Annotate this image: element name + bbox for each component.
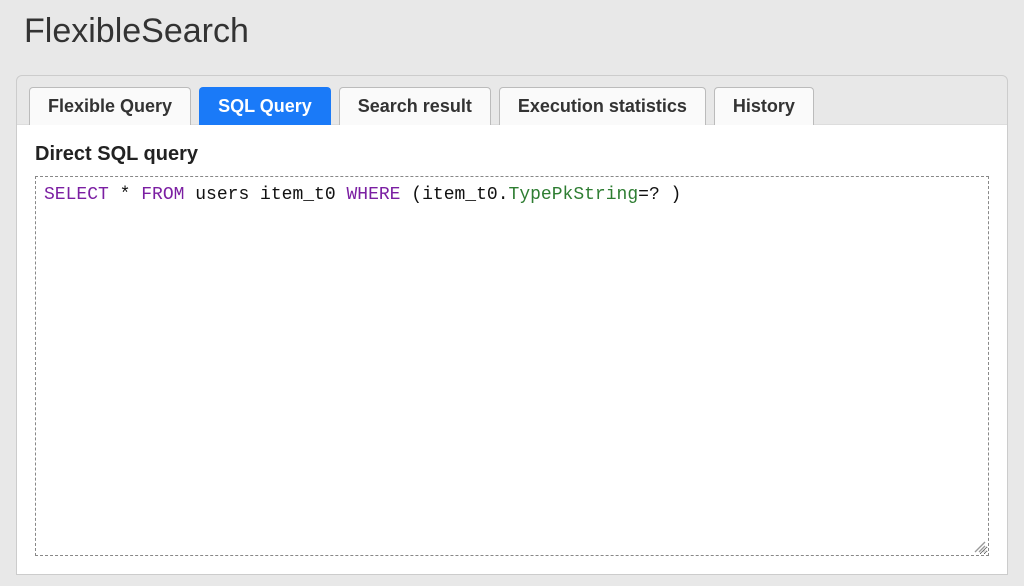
sql-token: (item_t0. xyxy=(400,185,508,205)
sql-token: FROM xyxy=(141,185,184,205)
main-panel: Flexible Query SQL Query Search result E… xyxy=(16,75,1008,575)
sql-token: TypePkString xyxy=(509,185,639,205)
sql-token: WHERE xyxy=(346,185,400,205)
tab-label: History xyxy=(733,96,795,116)
sql-token: * xyxy=(109,185,141,205)
tab-execution-statistics[interactable]: Execution statistics xyxy=(499,87,706,125)
tab-label: Execution statistics xyxy=(518,96,687,116)
tab-label: SQL Query xyxy=(218,96,312,116)
tab-content-sql-query: Direct SQL query SELECT * FROM users ite… xyxy=(17,125,1007,574)
tab-flexible-query[interactable]: Flexible Query xyxy=(29,87,191,125)
tab-history[interactable]: History xyxy=(714,87,814,125)
tab-bar: Flexible Query SQL Query Search result E… xyxy=(17,76,1007,125)
section-title: Direct SQL query xyxy=(35,143,989,166)
tab-search-result[interactable]: Search result xyxy=(339,87,491,125)
page-root: FlexibleSearch Flexible Query SQL Query … xyxy=(0,0,1024,575)
resize-grip-icon xyxy=(972,539,986,553)
tab-label: Search result xyxy=(358,96,472,116)
sql-editor[interactable]: SELECT * FROM users item_t0 WHERE (item_… xyxy=(35,176,989,556)
sql-token: SELECT xyxy=(44,185,109,205)
sql-token: =? ) xyxy=(638,185,681,205)
tab-label: Flexible Query xyxy=(48,96,172,116)
page-title: FlexibleSearch xyxy=(0,0,1024,63)
tab-sql-query[interactable]: SQL Query xyxy=(199,87,331,125)
sql-token: users item_t0 xyxy=(184,185,346,205)
